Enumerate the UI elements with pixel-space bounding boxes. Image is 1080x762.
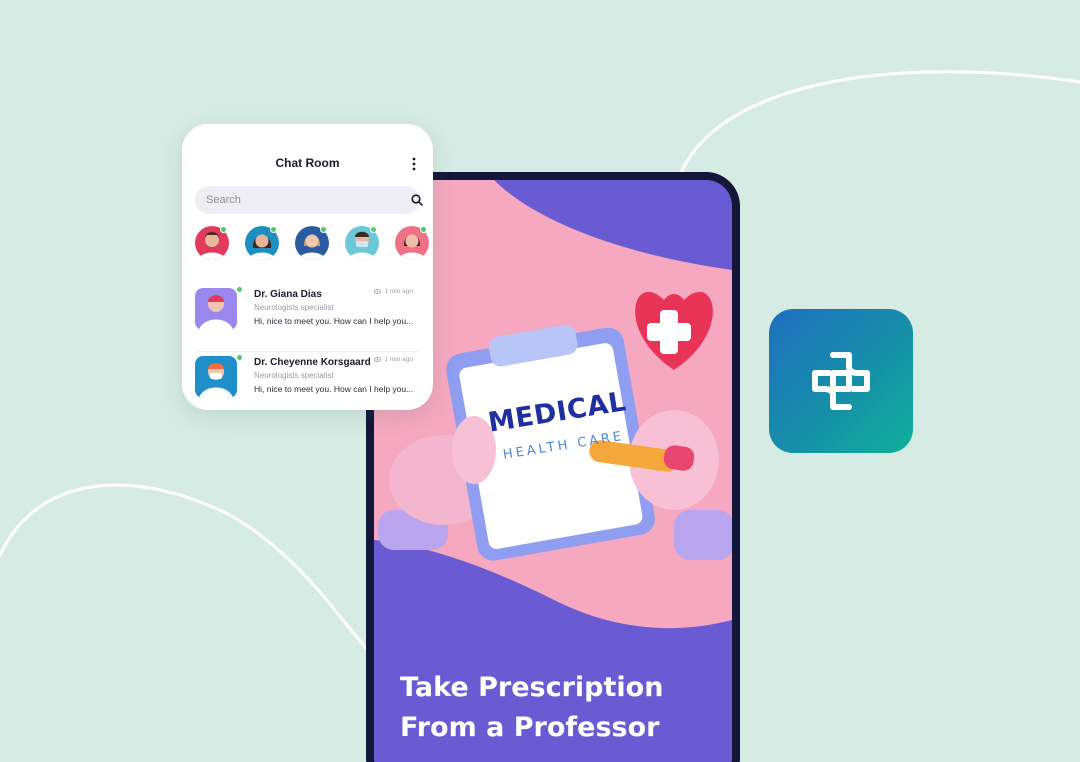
conversation-time: 1 min ago (374, 288, 413, 295)
eye-icon (374, 289, 382, 294)
online-indicator (420, 226, 427, 233)
search-bar[interactable] (195, 186, 423, 214)
conversation-preview: Hi, nice to meet you. How can I help you… (254, 316, 414, 326)
online-indicator (220, 226, 227, 233)
search-input[interactable] (206, 192, 386, 208)
online-indicator (236, 354, 243, 361)
conversation-time-label: 1 min ago (384, 356, 413, 363)
conversation-time: 1 min ago (374, 356, 413, 363)
conversation-avatar (195, 288, 237, 330)
conversation-name: Dr. Cheyenne Korsgaard (254, 357, 371, 368)
chat-room-title: Chat Room (275, 156, 340, 170)
conversation-item[interactable]: Dr. Giana Dias Neurologists specialist H… (195, 284, 421, 336)
conversation-role: Neurologists specialist (254, 371, 334, 380)
chat-room-card: Chat Room Search Dr. Giana Dias Neurolog… (182, 124, 433, 410)
conversation-item[interactable]: Dr. Cheyenne Korsgaard Neurologists spec… (195, 352, 421, 404)
app-icon[interactable] (769, 309, 913, 453)
headline-line-1: Take Prescription (400, 672, 664, 703)
conversation-role: Neurologists specialist (254, 303, 334, 312)
online-indicator (370, 226, 377, 233)
online-doctors-row (195, 226, 433, 262)
onboarding-headline: Take Prescription From a Professor (400, 668, 720, 748)
conversation-preview: Hi, nice to meet you. How can I help you… (254, 384, 414, 394)
headline-line-2: From a Professor (400, 712, 660, 743)
online-indicator (270, 226, 277, 233)
conversation-time-label: 1 min ago (384, 288, 413, 295)
kebab-menu-icon[interactable] (411, 157, 417, 171)
medical-cross-logo-icon (812, 352, 870, 410)
eye-icon (374, 357, 382, 362)
online-indicator (320, 226, 327, 233)
search-icon[interactable] (411, 194, 423, 206)
conversation-name: Dr. Giana Dias (254, 289, 322, 300)
conversation-avatar (195, 356, 237, 398)
online-indicator (236, 286, 243, 293)
